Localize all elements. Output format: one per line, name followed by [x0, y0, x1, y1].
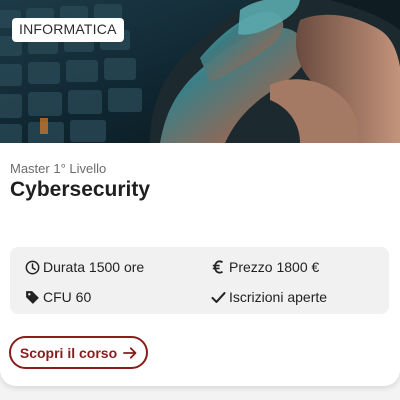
hero-image: INFORMATICA [0, 0, 400, 143]
duration-info: Durata 1500 ore [24, 257, 144, 277]
discover-course-label: Scopri il corso [19, 344, 118, 361]
category-badge: INFORMATICA [12, 18, 124, 42]
cfu-info: CFU 60 [24, 287, 91, 307]
enrollment-info: Iscrizioni aperte [210, 287, 327, 307]
price-label: Prezzo 1800 € [229, 259, 320, 275]
tag-icon [24, 289, 40, 305]
course-info-panel: Durata 1500 ore Prezzo 1800 € CFU 60 Isc… [10, 247, 389, 314]
course-card: INFORMATICA Master 1° Livello Cybersecur… [0, 0, 400, 386]
euro-icon [210, 259, 226, 275]
clock-icon [24, 259, 40, 275]
arrow-right-icon [123, 346, 137, 359]
price-info: Prezzo 1800 € [210, 257, 319, 277]
check-icon [210, 289, 226, 305]
duration-label: Durata 1500 ore [43, 259, 145, 275]
discover-course-button[interactable]: Scopri il corso [9, 336, 148, 369]
course-title: Cybersecurity [10, 178, 151, 201]
cfu-label: CFU 60 [43, 289, 92, 305]
course-level: Master 1° Livello [10, 161, 107, 176]
enrollment-label: Iscrizioni aperte [229, 289, 328, 305]
